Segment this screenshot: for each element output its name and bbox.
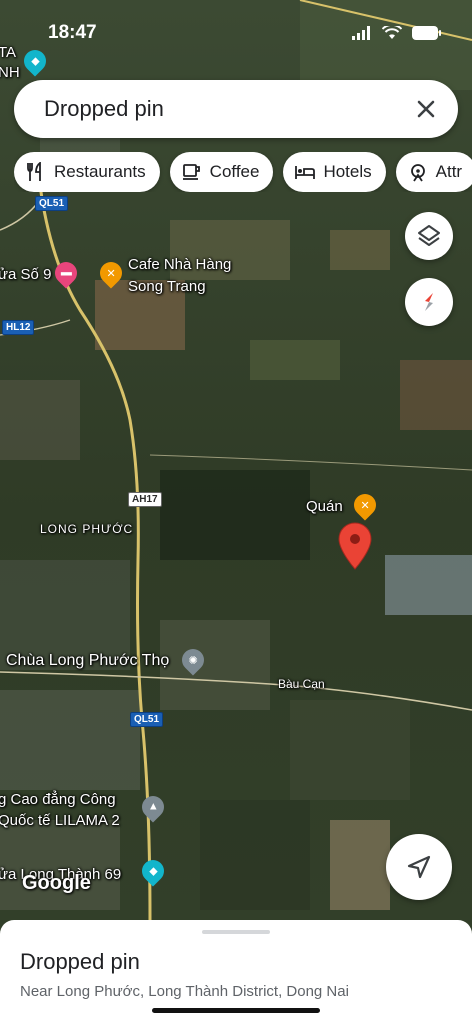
road-shield-ql51-bottom: QL51 bbox=[130, 712, 164, 727]
status-icons bbox=[352, 26, 442, 40]
navigation-arrow-icon bbox=[407, 855, 431, 879]
hotel-icon bbox=[295, 166, 316, 179]
chip-restaurants[interactable]: Restaurants bbox=[14, 152, 160, 192]
sheet-title: Dropped pin bbox=[20, 949, 140, 974]
chip-attractions[interactable]: Attr bbox=[395, 152, 472, 192]
home-indicator[interactable] bbox=[152, 1008, 320, 1013]
layers-icon bbox=[418, 225, 440, 246]
map-label-college[interactable]: g Cao đẳng Công bbox=[0, 791, 116, 808]
chip-label: Restaurants bbox=[54, 162, 146, 181]
map-label-hotel[interactable]: ửa Số 9 bbox=[0, 266, 51, 283]
map-label-quan[interactable]: Quán bbox=[306, 498, 343, 515]
chip-coffee[interactable]: Coffee bbox=[169, 152, 274, 192]
status-bar: 18:47 bbox=[0, 20, 472, 52]
coffee-icon bbox=[182, 164, 200, 180]
map-label-cafe-line2[interactable]: Song Trang bbox=[128, 278, 206, 295]
search-bar[interactable]: Dropped pin bbox=[14, 80, 458, 138]
drag-handle[interactable] bbox=[202, 930, 270, 934]
wifi-icon bbox=[382, 26, 402, 39]
layers-button[interactable] bbox=[405, 212, 453, 260]
my-location-button[interactable] bbox=[386, 834, 452, 900]
map-label-bau-can: Bàu Cạn bbox=[278, 677, 325, 691]
road-shield-hl12: HL12 bbox=[2, 320, 35, 335]
search-bar-title[interactable]: Dropped pin bbox=[44, 96, 164, 122]
category-chips: Restaurants Coffee Hotels Attr bbox=[14, 152, 472, 192]
battery-icon bbox=[412, 26, 441, 40]
compass-icon bbox=[425, 293, 433, 311]
signal-icon bbox=[352, 26, 370, 40]
map-label-college-line2[interactable]: Quốc tế LILAMA 2 bbox=[0, 812, 120, 829]
chip-label: Attr bbox=[435, 162, 463, 181]
chip-hotels[interactable]: Hotels bbox=[283, 152, 386, 192]
dropped-pin-icon[interactable] bbox=[338, 522, 372, 570]
chip-label: Coffee bbox=[209, 162, 260, 181]
map-label-chua[interactable]: Chùa Long Phước Thọ bbox=[6, 652, 169, 670]
map-label-cafe[interactable]: Cafe Nhà Hàng bbox=[128, 256, 231, 273]
map-label-partial: NH bbox=[0, 64, 20, 81]
attractions-icon bbox=[410, 164, 425, 182]
close-icon[interactable] bbox=[412, 95, 440, 123]
compass-button[interactable] bbox=[405, 278, 453, 326]
sheet-address: Near Long Phước, Long Thành District, Do… bbox=[20, 983, 349, 1000]
road-shield-ql51: QL51 bbox=[35, 196, 69, 211]
google-attribution: Google bbox=[22, 872, 91, 894]
chip-label: Hotels bbox=[323, 162, 372, 181]
restaurant-icon bbox=[27, 162, 41, 181]
road-shield-ah17: AH17 bbox=[128, 492, 162, 507]
map-label-long-phuoc: LONG PHƯỚC bbox=[40, 522, 134, 536]
status-time: 18:47 bbox=[48, 22, 97, 43]
